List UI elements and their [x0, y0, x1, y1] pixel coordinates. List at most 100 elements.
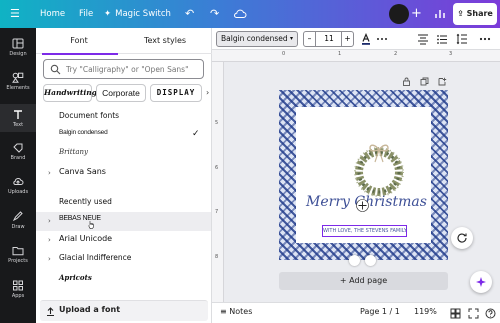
- rail-item-elements[interactable]: Elements: [0, 72, 36, 91]
- tab-text-styles[interactable]: Text styles: [122, 28, 208, 54]
- font-family-value: Balgin condensed: [221, 34, 288, 43]
- fullscreen-icon[interactable]: [468, 308, 479, 319]
- text-color-icon[interactable]: [360, 33, 372, 45]
- page-indicator[interactable]: Page 1 / 1: [360, 307, 400, 316]
- shapes-icon: [12, 72, 24, 83]
- add-page-button[interactable]: + Add page: [279, 272, 448, 290]
- move-handle-icon[interactable]: [365, 255, 376, 266]
- horizontal-ruler: 0 1 2 3: [212, 50, 500, 62]
- cloud-upload-icon: [13, 178, 24, 185]
- font-row[interactable]: › Glacial Indifference: [36, 250, 211, 269]
- decrease-size-button[interactable]: –: [304, 32, 316, 46]
- hand-cursor-icon: [88, 221, 94, 229]
- grid-view-icon[interactable]: [450, 308, 461, 319]
- rail-item-draw[interactable]: Draw: [0, 211, 36, 230]
- list-icon[interactable]: [436, 33, 448, 45]
- tab-font[interactable]: Font: [36, 28, 122, 55]
- font-row[interactable]: Balgin condensed ✓: [36, 126, 211, 145]
- left-rail: Design Elements Text Brand Uploads Draw …: [0, 28, 36, 323]
- more-icon[interactable]: [479, 33, 491, 45]
- chevron-right-icon: ›: [48, 255, 51, 263]
- rail-item-apps[interactable]: Apps: [0, 280, 36, 299]
- font-category-chips: Handwriting Corporate DISPLAY ›: [43, 84, 212, 102]
- signature-text[interactable]: WITH LOVE, THE STEVENS FAMILY: [322, 225, 407, 237]
- font-size-input[interactable]: 11: [317, 32, 341, 46]
- magic-assistant-fab[interactable]: [470, 271, 492, 293]
- search-input[interactable]: [66, 62, 198, 76]
- rail-label: Elements: [6, 85, 30, 91]
- rotate-handle-icon[interactable]: [349, 255, 360, 266]
- font-family-select[interactable]: Balgin condensed ▾: [216, 31, 298, 47]
- ruler-label: 0: [282, 51, 286, 57]
- more-formatting-icon[interactable]: [376, 33, 388, 45]
- wreath-image[interactable]: [347, 136, 411, 200]
- rail-label: Text: [12, 122, 24, 128]
- lock-icon[interactable]: [402, 77, 411, 86]
- redo-icon[interactable]: ↷: [210, 0, 219, 28]
- upload-font-button[interactable]: Upload a font: [40, 300, 208, 321]
- pen-icon: [12, 211, 23, 222]
- help-icon[interactable]: [485, 308, 496, 319]
- rail-label: Projects: [8, 258, 28, 264]
- magic-switch-button[interactable]: ✦ Magic Switch: [104, 0, 171, 28]
- chevron-down-icon: ▾: [289, 35, 293, 42]
- rail-item-brand[interactable]: Brand: [0, 142, 36, 161]
- font-name: Glacial Indifference: [59, 253, 132, 262]
- cloud-icon[interactable]: [233, 7, 247, 21]
- font-name: Arial Unicode: [59, 234, 113, 243]
- file-menu[interactable]: File: [79, 0, 93, 28]
- rail-label: Uploads: [7, 189, 29, 195]
- chip-corporate[interactable]: Corporate: [96, 84, 146, 102]
- rail-item-design[interactable]: Design: [0, 38, 36, 57]
- notes-button[interactable]: ≡ Notes: [220, 307, 252, 316]
- ruler-label: 5: [215, 120, 219, 126]
- duplicate-icon[interactable]: [420, 77, 429, 86]
- move-cursor-icon: [356, 199, 369, 212]
- font-name: Brittany: [59, 148, 88, 156]
- align-center-icon[interactable]: [417, 33, 429, 45]
- brand-icon: [13, 143, 23, 153]
- font-row[interactable]: › Arial Unicode: [36, 231, 211, 250]
- rail-item-uploads[interactable]: Uploads: [0, 176, 36, 195]
- rail-item-text[interactable]: Text: [0, 104, 36, 132]
- rail-label: Design: [9, 51, 27, 57]
- ruler-label: 2: [394, 51, 398, 57]
- upload-icon: [47, 307, 54, 317]
- recently-used-title: Recently used: [59, 197, 112, 206]
- notes-icon: ≡: [220, 307, 230, 316]
- text-icon: [14, 110, 22, 119]
- layout-icon: [12, 38, 24, 49]
- add-collaborator-icon[interactable]: +: [411, 0, 422, 28]
- apps-icon: [13, 280, 23, 291]
- search-icon: [50, 64, 61, 75]
- font-row[interactable]: Apricots: [36, 270, 211, 289]
- share-button[interactable]: ⇪ Share: [453, 3, 497, 25]
- zoom-level[interactable]: 119%: [414, 307, 437, 316]
- folder-icon: [12, 247, 24, 256]
- insights-icon[interactable]: [433, 7, 447, 21]
- card-inner: [296, 107, 431, 243]
- undo-icon[interactable]: ↶: [185, 0, 194, 28]
- increase-size-button[interactable]: +: [341, 32, 353, 46]
- chip-handwriting[interactable]: Handwriting: [43, 84, 97, 102]
- font-row[interactable]: › BEBAS NEUE: [36, 212, 211, 231]
- panel-tabs: Font Text styles: [36, 28, 212, 55]
- font-search[interactable]: [43, 59, 204, 79]
- chevron-right-icon[interactable]: ›: [206, 84, 209, 102]
- menu-icon[interactable]: ☰: [10, 0, 20, 28]
- magic-switch-label: Magic Switch: [115, 9, 171, 19]
- rail-label: Brand: [10, 155, 26, 161]
- font-row[interactable]: Brittany: [36, 145, 211, 164]
- home-link[interactable]: Home: [40, 0, 65, 28]
- vertical-ruler: 5 6 7 8: [212, 62, 224, 302]
- chevron-right-icon: ›: [48, 236, 51, 244]
- chip-display[interactable]: DISPLAY: [150, 84, 202, 102]
- add-page-icon[interactable]: [438, 77, 447, 86]
- rail-item-projects[interactable]: Projects: [0, 245, 36, 264]
- font-row[interactable]: › Canva Sans: [36, 164, 211, 183]
- refresh-fab[interactable]: [451, 227, 473, 249]
- spacing-icon[interactable]: [456, 33, 468, 45]
- upload-font-label: Upload a font: [59, 305, 121, 314]
- avatar[interactable]: [389, 4, 409, 24]
- sparkle-icon: ✦: [104, 9, 112, 19]
